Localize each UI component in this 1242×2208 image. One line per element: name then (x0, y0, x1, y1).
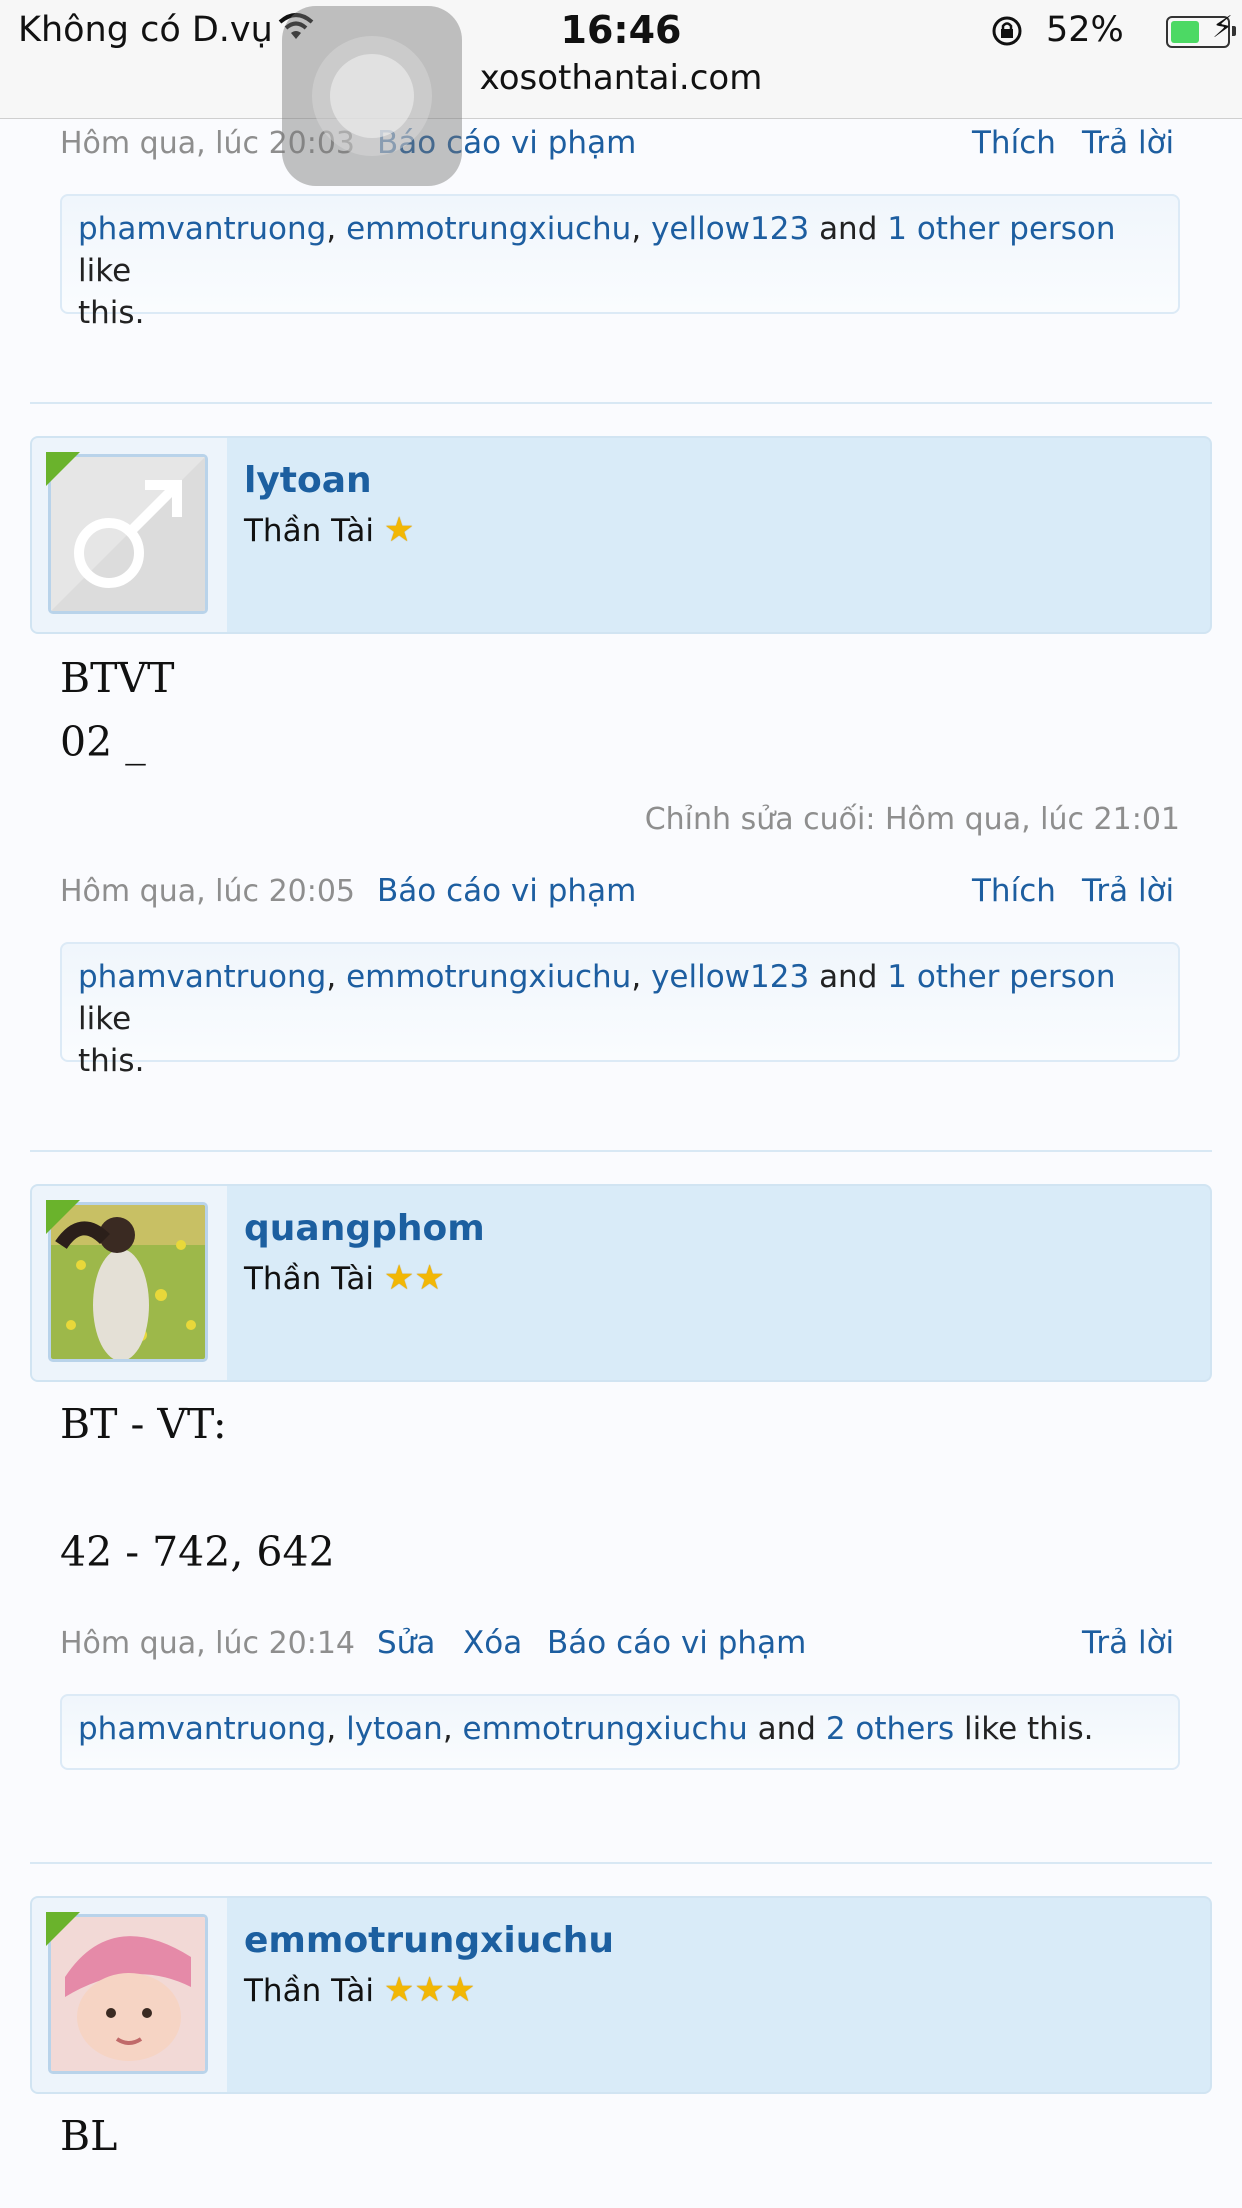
liker-link[interactable]: emmotrungxiuchu (463, 1711, 748, 1747)
reply-link[interactable]: Trả lời (1082, 1625, 1174, 1661)
user-info-box: quangphom Thần Tài ★★ (30, 1184, 1212, 1382)
post-content: 42 - 742, 642 (60, 1528, 335, 1576)
post-separator (30, 402, 1212, 404)
edit-link[interactable]: Sửa (377, 1625, 435, 1661)
post-content: BL (60, 2112, 118, 2160)
liker-link[interactable]: yellow123 (651, 211, 809, 247)
post-content: 02 _ (60, 718, 146, 766)
delete-link[interactable]: Xóa (463, 1625, 522, 1661)
post-content: BT - VT: (60, 1400, 227, 1448)
liker-link[interactable]: phamvantruong (78, 211, 326, 247)
user-info-box: lytoan Thần Tài ★ (30, 436, 1212, 634)
user-rank: Thần Tài ★★★ (244, 1970, 476, 2010)
post-time: Hôm qua, lúc 20:05 (60, 874, 356, 909)
user-rank: Thần Tài ★★ (244, 1258, 445, 1298)
report-link[interactable]: Báo cáo vi phạm (377, 873, 636, 909)
others-link[interactable]: 2 others (826, 1711, 954, 1747)
like-link[interactable]: Thích (972, 873, 1056, 909)
reply-link[interactable]: Trả lời (1082, 873, 1174, 909)
rank-star-icon: ★★ (383, 1258, 445, 1298)
liker-link[interactable]: yellow123 (651, 959, 809, 995)
online-indicator (46, 1912, 80, 1946)
charging-icon: ⚡ (1212, 10, 1234, 45)
username-link[interactable]: quangphom (244, 1208, 485, 1249)
liker-link[interactable]: phamvantruong (78, 959, 326, 995)
like-link[interactable]: Thích (972, 125, 1056, 161)
likes-summary: phamvantruong, lytoan, emmotrungxiuchu a… (60, 1694, 1180, 1770)
post-content: BTVT (60, 654, 175, 702)
rank-star-icon: ★ (383, 510, 415, 550)
user-info-box: emmotrungxiuchu Thần Tài ★★★ (30, 1896, 1212, 2094)
likes-summary: phamvantruong, emmotrungxiuchu, yellow12… (60, 194, 1180, 331)
username-link[interactable]: lytoan (244, 460, 372, 501)
others-link[interactable]: 1 other person (887, 959, 1115, 995)
online-indicator (46, 452, 80, 486)
post-separator (30, 1150, 1212, 1152)
liker-link[interactable]: emmotrungxiuchu (346, 211, 631, 247)
reply-link[interactable]: Trả lời (1082, 125, 1174, 161)
rank-star-icon: ★★★ (383, 1970, 476, 2010)
liker-link[interactable]: lytoan (346, 1711, 443, 1747)
post-separator (30, 1862, 1212, 1864)
status-bar: Không có D.vụ 16:46 xosothantai.com 52% … (0, 0, 1242, 119)
report-link[interactable]: Báo cáo vi phạm (547, 1625, 806, 1661)
likes-summary: phamvantruong, emmotrungxiuchu, yellow12… (60, 942, 1180, 1079)
online-indicator (46, 1200, 80, 1234)
battery-percent: 52% (1046, 10, 1124, 50)
assistive-touch-button[interactable] (282, 6, 462, 186)
liker-link[interactable]: emmotrungxiuchu (346, 959, 631, 995)
edited-note: Chỉnh sửa cuối: Hôm qua, lúc 21:01 (644, 802, 1180, 837)
username-link[interactable]: emmotrungxiuchu (244, 1920, 614, 1961)
others-link[interactable]: 1 other person (887, 211, 1115, 247)
post-time: Hôm qua, lúc 20:14 (60, 1626, 356, 1661)
user-rank: Thần Tài ★ (244, 510, 415, 550)
liker-link[interactable]: phamvantruong (78, 1711, 326, 1747)
address-bar-url[interactable]: xosothantai.com (0, 58, 1242, 98)
rotation-lock-icon (990, 14, 1024, 52)
